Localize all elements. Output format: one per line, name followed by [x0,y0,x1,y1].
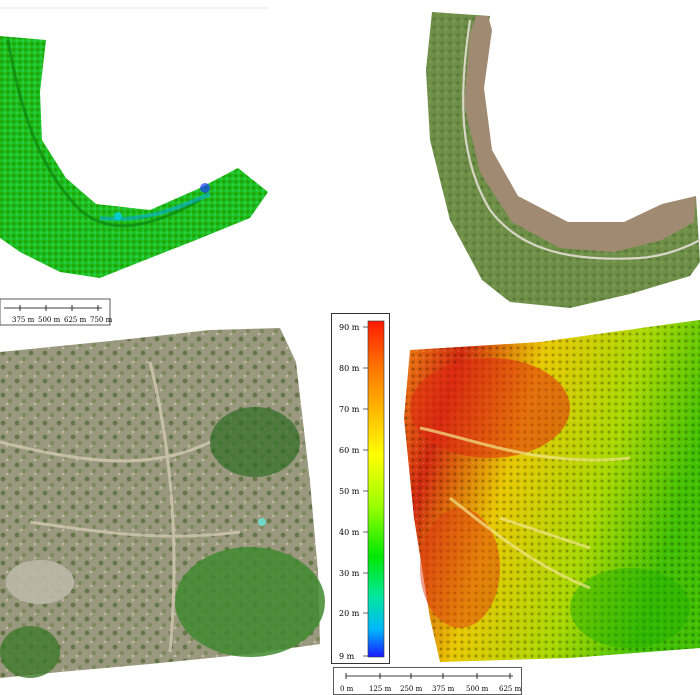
legend-tick-label: 9 m [339,652,355,661]
legend-tick-label: 50 m [339,487,360,496]
elevation-map-river-bend: 375 m 500 m 625 m 750 m [0,7,268,326]
orthophoto-river-bend [426,12,700,308]
legend-tick-label: 30 m [339,569,360,578]
scale-tick-label: 500 m [466,685,489,693]
scale-tick-label: 125 m [369,685,392,693]
scale-bar-bottom-right: 0 m 125 m 250 m 375 m 500 m 625 m [333,667,522,695]
legend-tick-label: 90 m [339,323,360,332]
legend-tick-label: 60 m [339,446,360,455]
elevation-river-bend-shape [0,36,268,278]
scale-tick-label: 0 m [340,685,354,693]
orthophoto-bank-shape [426,12,700,308]
legend-tick-label: 80 m [339,364,360,373]
elevation-map-quarry [404,320,700,662]
legend-color-bar [367,320,385,658]
elevation-legend: 90 m 80 m 70 m 60 m 50 m 40 m 30 m 20 m … [331,313,390,664]
scale-tick-label: 625 m [499,685,522,693]
legend-tick-label: 70 m [339,405,360,414]
legend-tick-label: 20 m [339,609,360,618]
legend-tick-label: 40 m [339,528,360,537]
scale-tick-label: 375 m [432,685,455,693]
orthophoto-quarry [0,328,325,678]
scale-tick-label: 250 m [400,685,423,693]
